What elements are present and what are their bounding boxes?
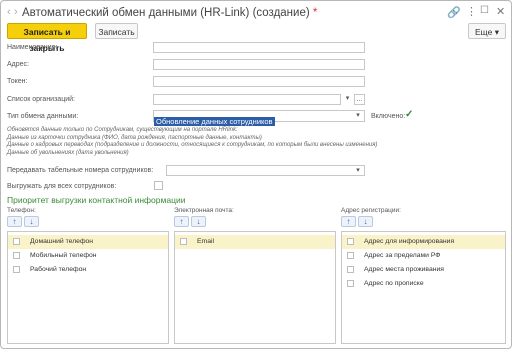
list-item-label: Email: [197, 238, 214, 245]
arrow-up-icon[interactable]: ↑: [7, 216, 22, 227]
list-item[interactable]: Адрес по прописке: [342, 277, 505, 291]
form-window: ‹ › Автоматический обмен данными (HR-Lin…: [0, 0, 512, 349]
exchange-type-value: Обновление данных сотрудников: [154, 117, 275, 126]
checkbox[interactable]: [13, 266, 20, 273]
chevron-down-icon: ▾: [356, 167, 360, 174]
chevron-down-icon: ▾: [494, 27, 499, 37]
menu-icon[interactable]: ⋮: [466, 5, 477, 18]
checkbox[interactable]: [13, 238, 20, 245]
email-list: Email: [174, 231, 336, 344]
enabled-label: Включено:: [371, 113, 406, 120]
orgs-dropdown-icon[interactable]: ▾: [342, 94, 353, 104]
save-button[interactable]: Записать: [95, 23, 138, 39]
phone-header: Телефон:: [7, 207, 36, 214]
list-item[interactable]: Мобильный телефон: [8, 249, 168, 263]
modified-mark: *: [312, 7, 318, 19]
token-field[interactable]: [153, 76, 365, 87]
close-icon[interactable]: ✕: [496, 5, 505, 18]
link-icon[interactable]: 🔗: [447, 6, 461, 19]
list-item-label: Рабочий телефон: [30, 266, 87, 273]
address-field[interactable]: [153, 59, 365, 70]
info-line: Данные о кадровых переводах (подразделен…: [7, 142, 378, 149]
enabled-checkbox[interactable]: ✓: [405, 109, 413, 120]
list-item[interactable]: Рабочий телефон: [8, 263, 168, 277]
phone-list: Домашний телефон Мобильный телефон Рабоч…: [7, 231, 169, 344]
name-field[interactable]: [153, 42, 365, 53]
list-item-label: Адрес для информирования: [364, 238, 455, 245]
orgs-select-button[interactable]: ...: [354, 94, 365, 105]
orgs-field[interactable]: [153, 94, 341, 105]
window-title: Автоматический обмен данными (HR-Link) (…: [22, 7, 317, 19]
arrow-down-icon[interactable]: ↓: [358, 216, 373, 227]
checkbox[interactable]: [180, 238, 187, 245]
list-item[interactable]: Домашний телефон: [8, 235, 168, 249]
address-list: Адрес для информирования Адрес за предел…: [341, 231, 506, 344]
email-header: Электронная почта:: [174, 207, 234, 214]
checkbox[interactable]: [347, 280, 354, 287]
window-title-text: Автоматический обмен данными (HR-Link) (…: [22, 7, 310, 19]
list-item-label: Мобильный телефон: [30, 252, 97, 259]
forward-icon[interactable]: ›: [14, 6, 18, 18]
name-label: Наименование:: [7, 44, 58, 51]
list-item-label: Адрес по прописке: [364, 280, 424, 287]
tabnum-select[interactable]: ▾: [166, 165, 365, 176]
list-item-label: Адрес за пределами РФ: [364, 252, 441, 259]
chevron-down-icon: ▾: [356, 112, 360, 119]
address-reg-header: Адрес регистрации:: [341, 207, 401, 214]
all-employees-label: Выгружать для всех сотрудников:: [7, 183, 117, 190]
info-text: Обновятся данные только по Сотрудникам, …: [7, 127, 377, 157]
arrow-down-icon[interactable]: ↓: [191, 216, 206, 227]
priority-title: Приоритет выгрузки контактной информации: [7, 195, 186, 205]
more-label: Еще: [475, 27, 493, 37]
save-and-close-button[interactable]: Записать и закрыть: [7, 23, 87, 53]
info-line: Данные из карточки сотрудника (ФИО, дата…: [7, 134, 262, 141]
checkbox[interactable]: [347, 266, 354, 273]
info-line: Обновятся данные только по Сотрудникам, …: [7, 127, 238, 133]
tabnum-label: Передавать табельные номера сотрудников:: [7, 167, 154, 174]
exchange-type-select[interactable]: Обновление данных сотрудников ▾: [153, 110, 365, 126]
list-item[interactable]: Адрес за пределами РФ: [342, 249, 505, 263]
list-item-label: Адрес места проживания: [364, 266, 444, 273]
arrow-down-icon[interactable]: ↓: [24, 216, 39, 227]
more-button[interactable]: Еще ▾: [468, 23, 506, 39]
list-item[interactable]: Адрес места проживания: [342, 263, 505, 277]
list-item[interactable]: Email: [175, 235, 335, 249]
token-label: Токен:: [7, 78, 28, 85]
list-item[interactable]: Адрес для информирования: [342, 235, 505, 249]
arrow-up-icon[interactable]: ↑: [341, 216, 356, 227]
maximize-icon[interactable]: ☐: [480, 5, 489, 16]
back-icon[interactable]: ‹: [7, 6, 11, 18]
exchange-type-label: Тип обмена данными:: [7, 113, 79, 120]
orgs-label: Список организаций:: [7, 96, 75, 103]
checkbox[interactable]: [13, 252, 20, 259]
all-employees-checkbox[interactable]: [154, 181, 163, 190]
address-label: Адрес:: [7, 61, 29, 68]
checkbox[interactable]: [347, 238, 354, 245]
info-line: Данные об увольнениях (дата увольнения): [7, 149, 129, 156]
checkbox[interactable]: [347, 252, 354, 259]
arrow-up-icon[interactable]: ↑: [174, 216, 189, 227]
list-item-label: Домашний телефон: [30, 238, 94, 245]
